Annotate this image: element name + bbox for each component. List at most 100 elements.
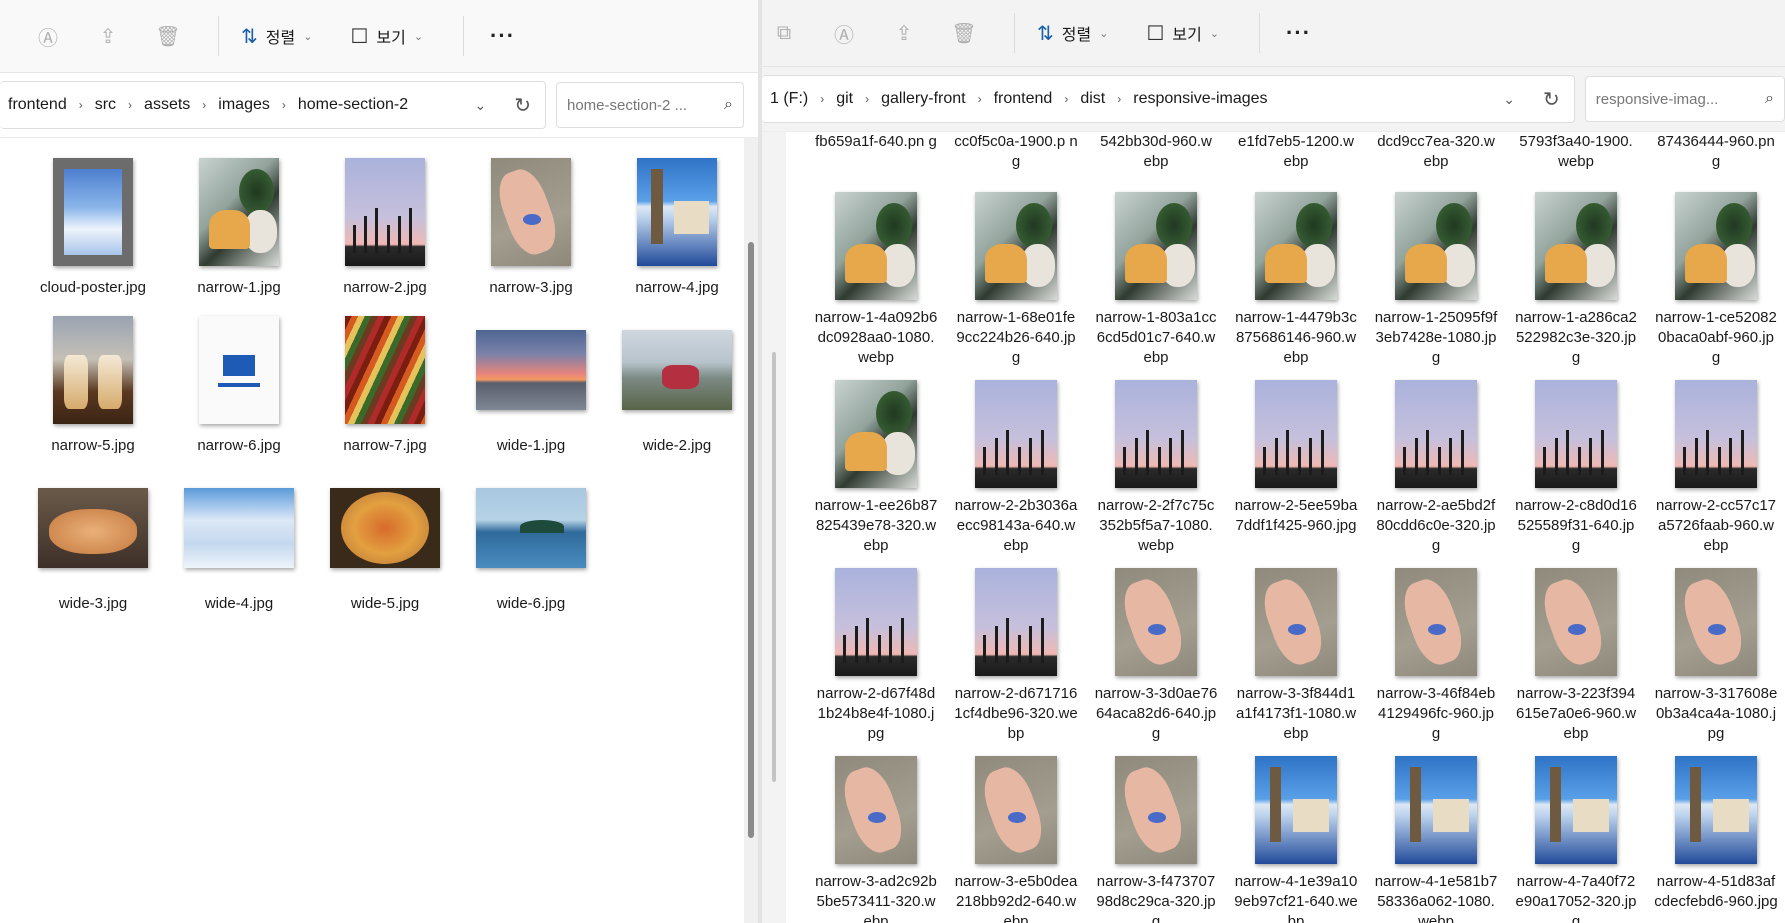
address-bar[interactable]: frontend › src › assets › images › home-section-…	[0, 81, 546, 129]
refresh-icon[interactable]: ↻	[500, 93, 545, 118]
file-item[interactable]: narrow-1-4479b3c875686146-960.webp	[1226, 180, 1366, 368]
breadcrumb-separator-icon[interactable]: ›	[1056, 92, 1076, 106]
breadcrumb-separator-icon[interactable]: ›	[194, 98, 214, 112]
file-item[interactable]: narrow-2-2b3036aecc98143a-640.webp	[946, 368, 1086, 556]
rename-icon[interactable]: Ⓐ	[26, 16, 70, 56]
copy-icon[interactable]: ⧉	[762, 13, 806, 53]
file-item[interactable]: wide-2.jpg	[604, 308, 750, 456]
file-item[interactable]: cloud-poster.jpg	[20, 150, 166, 298]
file-item[interactable]: wide-4.jpg	[166, 466, 312, 614]
file-item[interactable]: narrow-3-3f844d1a1f4173f1-1080.webp	[1226, 556, 1366, 744]
file-item[interactable]: narrow-1-803a1cc6cd5d01c7-640.webp	[1086, 180, 1226, 368]
nav-pane-scrollbar[interactable]	[762, 132, 786, 923]
file-item[interactable]: narrow-2-c8d0d16525589f31-640.jpg	[1506, 368, 1646, 556]
breadcrumb-separator-icon[interactable]: ›	[1109, 92, 1129, 106]
breadcrumb-separator-icon[interactable]: ›	[857, 92, 877, 106]
file-item[interactable]: narrow-3-3d0ae7664aca82d6-640.jpg	[1086, 556, 1226, 744]
file-item[interactable]: narrow-4-1e581b758336a062-1080.webp	[1366, 744, 1506, 923]
file-item[interactable]: narrow-2-5ee59ba7ddf1f425-960.jpg	[1226, 368, 1366, 556]
file-item[interactable]: wide-1.jpg	[458, 308, 604, 456]
breadcrumb-item[interactable]: images	[214, 96, 274, 114]
breadcrumb-item[interactable]: dist	[1076, 90, 1109, 108]
share-icon[interactable]: ⇪	[882, 13, 926, 53]
file-item[interactable]: narrow-1-ee26b87825439e78-320.webp	[806, 368, 946, 556]
breadcrumb-item[interactable]: responsive-images	[1129, 90, 1271, 108]
file-item[interactable]: narrow-3-317608e0b3a4ca4a-1080.jpg	[1646, 556, 1785, 744]
file-name[interactable]: 5793f3a40-1900. webp	[1514, 132, 1638, 180]
breadcrumb-separator-icon[interactable]: ›	[71, 98, 91, 112]
file-name[interactable]: e1fd7eb5-1200.w ebp	[1234, 132, 1358, 180]
file-item[interactable]: narrow-2-d67f48d1b24b8e4f-1080.jpg	[806, 556, 946, 744]
file-item[interactable]: narrow-2-d6717161cf4dbe96-320.webp	[946, 556, 1086, 744]
vertical-scrollbar[interactable]	[744, 138, 758, 923]
file-item[interactable]: narrow-3-46f84eb4129496fc-960.jpg	[1366, 556, 1506, 744]
rename-icon[interactable]: Ⓐ	[822, 13, 866, 53]
file-item[interactable]: narrow-6.jpg	[166, 308, 312, 456]
file-item[interactable]: wide-5.jpg	[312, 466, 458, 614]
more-options-button[interactable]: ···	[1272, 20, 1325, 46]
view-button[interactable]: ☐ 보기 ⌄	[1136, 13, 1229, 53]
file-item[interactable]: narrow-1.jpg	[166, 150, 312, 298]
file-item[interactable]: narrow-2.jpg	[312, 150, 458, 298]
breadcrumb-item[interactable]: home-section-2	[294, 96, 412, 114]
scrollbar-thumb[interactable]	[772, 352, 776, 782]
file-item[interactable]: wide-3.jpg	[20, 466, 166, 614]
view-button[interactable]: ☐ 보기 ⌄	[340, 16, 433, 56]
file-name[interactable]: 87436444-960.pn g	[1654, 132, 1778, 180]
thumbnail-detail	[1124, 243, 1168, 283]
file-item[interactable]: narrow-3-ad2c92b5be573411-320.webp	[806, 744, 946, 923]
file-item[interactable]: narrow-7.jpg	[312, 308, 458, 456]
file-name[interactable]: dcd9cc7ea-320.w ebp	[1374, 132, 1498, 180]
breadcrumb-item[interactable]: gallery-front	[877, 90, 969, 108]
breadcrumb-item[interactable]: assets	[140, 96, 194, 114]
file-item[interactable]: narrow-1-a286ca2522982c3e-320.jpg	[1506, 180, 1646, 368]
file-item[interactable]: narrow-3-223f394615e7a0e6-960.webp	[1506, 556, 1646, 744]
address-bar[interactable]: 1 (F:) › git › gallery-front › frontend › dist › r…	[762, 75, 1575, 123]
sort-button[interactable]: ⇅ 정렬 ⌄	[231, 16, 322, 56]
file-item[interactable]: wide-6.jpg	[458, 466, 604, 614]
thumbnail-frame	[1115, 752, 1197, 864]
file-item[interactable]: narrow-4-7a40f72e90a17052-320.jpg	[1506, 744, 1646, 923]
breadcrumb-item[interactable]: frontend	[4, 96, 71, 114]
breadcrumb-separator-icon[interactable]: ›	[274, 98, 294, 112]
file-item[interactable]: narrow-3.jpg	[458, 150, 604, 298]
scrollbar-thumb[interactable]	[748, 242, 754, 838]
breadcrumb-item[interactable]: 1 (F:)	[766, 90, 812, 108]
file-item[interactable]: narrow-2-2f7c75c352b5f5a7-1080.webp	[1086, 368, 1226, 556]
breadcrumb-separator-icon[interactable]: ›	[120, 98, 140, 112]
file-item[interactable]: narrow-1-ce520820baca0abf-960.jpg	[1646, 180, 1785, 368]
file-item[interactable]: narrow-1-68e01fe9cc224b26-640.jpg	[946, 180, 1086, 368]
breadcrumb-separator-icon[interactable]: ›	[970, 92, 990, 106]
search-box[interactable]: home-section-2 ... ⌕	[556, 82, 744, 128]
delete-icon[interactable]: 🗑	[942, 13, 986, 53]
breadcrumb-item[interactable]: frontend	[990, 90, 1057, 108]
file-item[interactable]: narrow-4-51d83afcdecfebd6-960.jpg	[1646, 744, 1785, 923]
file-item[interactable]: narrow-5.jpg	[20, 308, 166, 456]
breadcrumb-item[interactable]: src	[91, 96, 120, 114]
thumbnail-detail	[1146, 429, 1150, 476]
more-options-button[interactable]: ···	[476, 23, 529, 49]
chevron-down-icon[interactable]: ⌄	[1489, 91, 1529, 108]
file-item[interactable]: narrow-3-f47370798d8c29ca-320.jpg	[1086, 744, 1226, 923]
chevron-down-icon[interactable]: ⌄	[461, 97, 501, 114]
breadcrumb-item[interactable]: git	[832, 90, 857, 108]
file-item[interactable]: narrow-2-ae5bd2f80cdd6c0e-320.jpg	[1366, 368, 1506, 556]
file-name[interactable]: fb659a1f-640.pn g	[814, 132, 938, 180]
search-box[interactable]: responsive-imag... ⌕	[1584, 76, 1785, 122]
file-item[interactable]: narrow-2-cc57c17a5726faab-960.webp	[1646, 368, 1785, 556]
image-thumbnail	[1115, 568, 1197, 676]
image-thumbnail	[1535, 756, 1617, 864]
file-item[interactable]: narrow-4-1e39a109eb97cf21-640.webp	[1226, 744, 1366, 923]
delete-icon[interactable]: 🗑	[146, 16, 190, 56]
file-item[interactable]: narrow-1-4a092b6dc0928aa0-1080.webp	[806, 180, 946, 368]
file-name: narrow-3-46f84eb4129496fc-960.jpg	[1376, 685, 1496, 742]
file-item[interactable]: narrow-3-e5b0dea218bb92d2-640.webp	[946, 744, 1086, 923]
file-item[interactable]: narrow-1-25095f9f3eb7428e-1080.jpg	[1366, 180, 1506, 368]
file-item[interactable]: narrow-4.jpg	[604, 150, 750, 298]
sort-button[interactable]: ⇅ 정렬 ⌄	[1027, 13, 1118, 53]
file-name[interactable]: 542bb30d-960.w ebp	[1094, 132, 1218, 180]
share-icon[interactable]: ⇪	[86, 16, 130, 56]
breadcrumb-separator-icon[interactable]: ›	[812, 92, 832, 106]
refresh-icon[interactable]: ↻	[1529, 87, 1574, 112]
file-name[interactable]: cc0f5c0a-1900.p ng	[954, 132, 1078, 180]
